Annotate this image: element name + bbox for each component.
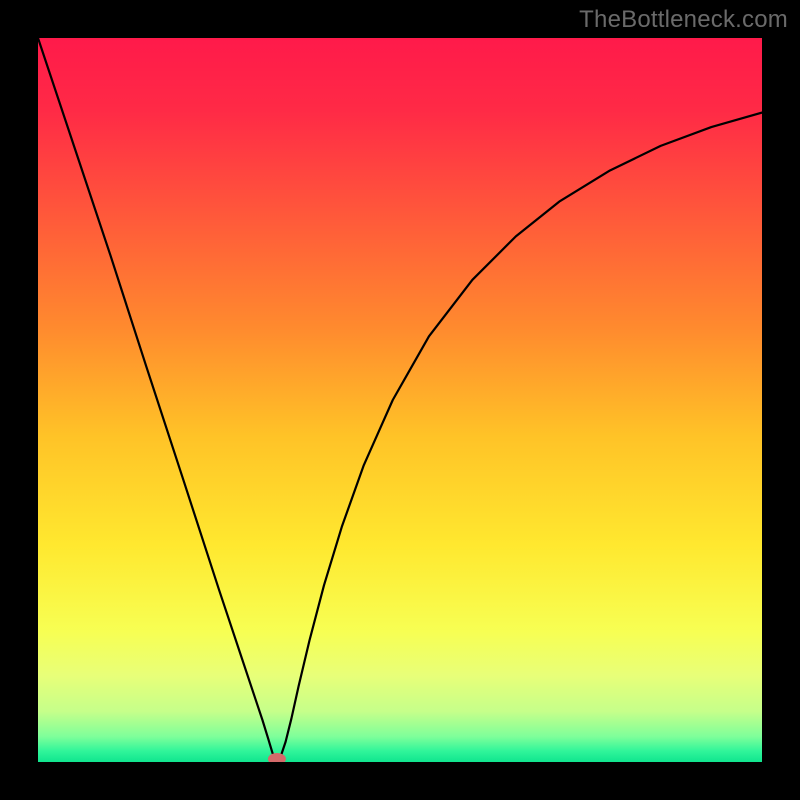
chart-frame: TheBottleneck.com <box>0 0 800 800</box>
bottleneck-chart <box>38 38 762 762</box>
plot-area <box>38 38 762 762</box>
chart-background <box>38 38 762 762</box>
watermark-text: TheBottleneck.com <box>579 6 788 34</box>
